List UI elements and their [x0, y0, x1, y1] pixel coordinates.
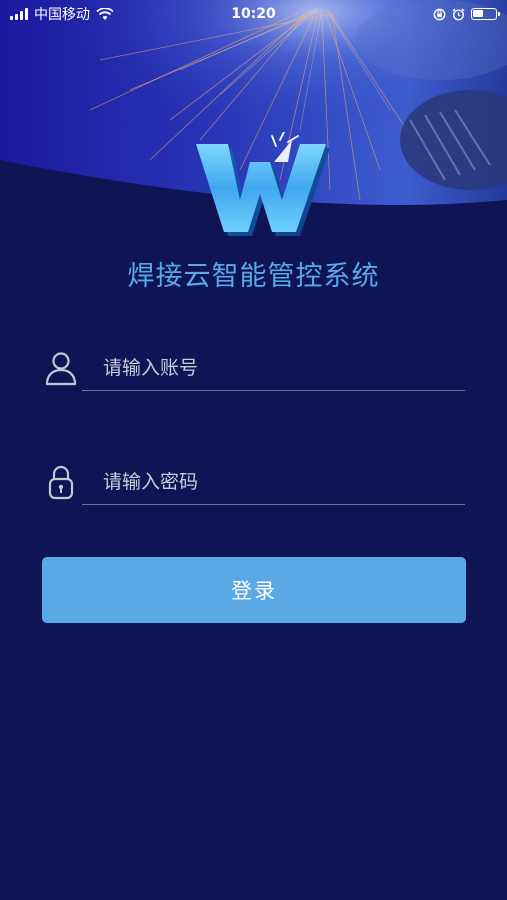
username-field — [44, 346, 465, 396]
app-title: 焊接云智能管控系统 — [127, 261, 380, 292]
user-icon — [45, 352, 77, 386]
alarm-icon — [452, 8, 465, 21]
lock-icon — [48, 465, 74, 500]
signal-icon — [10, 8, 28, 20]
login-button[interactable]: 登录 — [42, 557, 466, 623]
password-field — [44, 460, 465, 510]
wifi-icon — [96, 7, 114, 20]
password-underline — [82, 504, 465, 505]
orientation-lock-icon — [433, 8, 446, 20]
clock: 10:20 — [231, 6, 276, 22]
username-input[interactable] — [101, 350, 465, 386]
app-logo-icon — [196, 132, 330, 236]
status-bar: 中国移动 10:20 — [0, 0, 507, 28]
battery-icon — [471, 8, 500, 20]
carrier-label: 中国移动 — [34, 7, 90, 23]
password-input[interactable] — [101, 464, 465, 500]
username-underline — [82, 390, 465, 391]
